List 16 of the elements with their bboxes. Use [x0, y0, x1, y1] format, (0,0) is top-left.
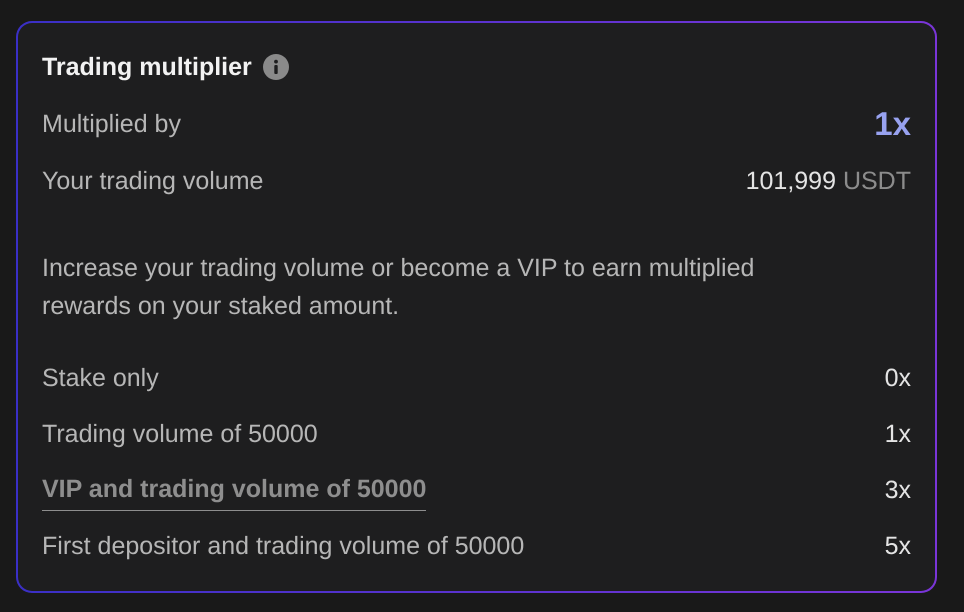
- row-label: Your trading volume: [42, 166, 264, 196]
- info-icon[interactable]: [262, 54, 289, 80]
- tier-multiplier: 3x: [884, 476, 911, 504]
- volume-value: 101,999: [746, 166, 836, 194]
- tier-label: Stake only: [42, 364, 159, 392]
- currency-unit: USDT: [842, 166, 911, 194]
- tier-label: Trading volume of 50000: [42, 420, 318, 448]
- multiplier-value: 1x: [874, 105, 911, 142]
- tier-label: First depositor and trading volume of 50000: [42, 532, 524, 560]
- row-label: Multiplied by: [42, 110, 181, 138]
- tier-multiplier: 0x: [884, 364, 911, 392]
- tier-multiplier: 5x: [884, 532, 911, 560]
- description-text: Increase your trading volume or become a VIP to earn multiplied rewards on your staked amount.: [42, 253, 756, 322]
- card-title: Trading multiplier: [42, 52, 252, 82]
- tier-link[interactable]: VIP and trading volume of 50000: [42, 475, 426, 511]
- tier-multiplier: 1x: [884, 420, 911, 448]
